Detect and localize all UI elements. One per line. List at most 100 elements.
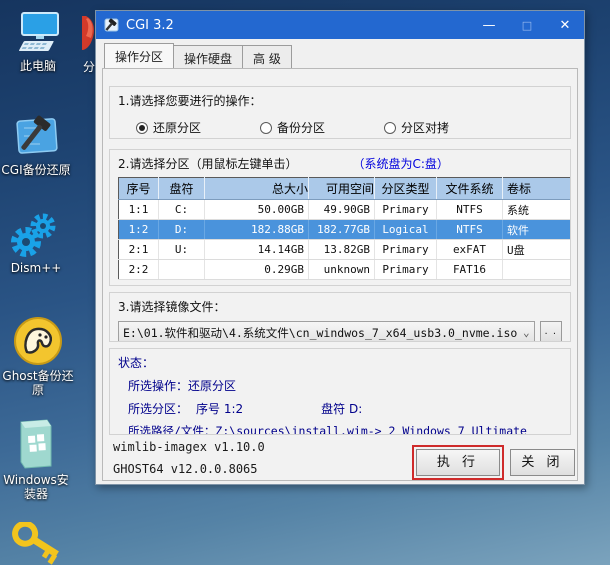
radio-option-2[interactable]: 分区对拷 [384,119,508,136]
tab-1[interactable]: 操作硬盘 [174,45,244,68]
cell: 49.90GB [308,199,375,220]
cell: NTFS [436,219,503,240]
radio-label: 备份分区 [277,121,326,135]
desktop-icon-this-pc[interactable]: 此电脑 [0,12,76,73]
column-header-3: 可用空间 [308,177,375,200]
status-partition-drive: 盘符 D: [321,402,363,416]
operation-options: 还原分区 备份分区 分区对拷 [136,119,562,136]
desktop-icon-dism[interactable]: Dism++ [0,212,74,275]
cell: D: [158,219,205,240]
partition-group: 2.请选择分区（用鼠标左键单击） （系统盘为C:盘） 序号 盘符 总大小 可用空间 分区… [109,149,571,286]
gears-icon [11,213,56,257]
operation-group: 1.请选择您要进行的操作： 还原分区 备份分区 分区对拷 [109,86,571,139]
radio-icon [384,121,396,134]
tab-2[interactable]: 高 级 [243,45,292,68]
image-file-path: E:\01.软件和驱动\4.系统文件\cn_windwos_7_x64_usb3… [123,325,518,340]
desktop-icon-label: Ghost备份还原 [2,369,74,397]
desktop-icon-label: Windows安装器 [3,473,69,501]
browse-button[interactable]: . . . [539,321,562,341]
version-wimlib: wimlib-imagex v1.10.0 [113,440,265,454]
table-row-3[interactable]: 2:2 0.29GB unknown Primary FAT16 [118,259,570,280]
radio-option-1[interactable]: 备份分区 [260,119,384,136]
image-file-group: 3.请选择镜像文件： E:\01.软件和驱动\4.系统文件\cn_windwos… [109,292,571,342]
cell: Primary [374,199,437,220]
cell [158,259,205,280]
radio-selected-icon [136,121,148,134]
status-path: 所选路径/文件：Z:\sources\install.wim-> 2 Windo… [128,424,527,435]
cell: C: [158,199,205,220]
cell: 0.29GB [204,259,309,280]
status-group: 状态： 所选操作：还原分区 所选分区： 序号 1:2 盘符 D: 所选路径/文件：Z… [109,348,571,435]
desktop-icon-win-installer[interactable]: Windows安装器 [0,418,72,501]
desktop-icon-cgi-backup[interactable]: CGI备份还原 [0,108,74,177]
cell: Logical [374,219,437,240]
cell: 50.00GB [204,199,309,220]
desktop-icon-ghost[interactable]: Ghost备份还原 [0,316,78,397]
close-button[interactable]: ✕ [546,11,584,39]
partition-tool-icon [82,16,94,50]
status-partition-label: 所选分区： [128,402,189,416]
installer-box-icon [20,419,52,469]
desktop-icon-partition-tool[interactable]: 分区 [82,10,96,76]
desktop-icon-label: 此电脑 [19,59,56,73]
status-partition-index: 序号 1:2 [196,402,244,416]
column-header-1: 盘符 [158,177,205,200]
partition-table-header: 序号 盘符 总大小 可用空间 分区类型 文件系统 卷标 [118,177,570,200]
chevron-down-icon: ⌄ [522,326,530,339]
system-disk-hint: （系统盘为C:盘） [352,157,449,171]
desktop-icon-label: CGI备份还原 [1,163,71,177]
window-title: CGI 3.2 [126,17,174,33]
partition-table[interactable]: 序号 盘符 总大小 可用空间 分区类型 文件系统 卷标 1:1 C: 50.00GB 49.90G… [118,177,570,280]
image-file-group-title: 3.请选择镜像文件： [118,300,226,314]
cell: unknown [308,259,375,280]
version-ghost: GHOST64 v12.0.0.8065 [113,462,258,476]
maximize-button[interactable]: □ [508,11,546,39]
cgi-hammer-icon [16,115,58,154]
cell: 1:1 [118,199,159,220]
table-row-1-selected[interactable]: 1:2 D: 182.88GB 182.77GB Logical NTFS 软件 [118,219,570,240]
app-icon [104,18,119,32]
desktop-icon-label: Dism++ [10,261,62,275]
cell: 软件 [502,219,570,240]
radio-label: 分区对拷 [401,121,450,135]
tab-0[interactable]: 操作分区 [104,43,175,68]
cell: U: [158,239,205,260]
radio-icon [260,121,272,134]
cell: Primary [374,259,437,280]
table-row-0[interactable]: 1:1 C: 50.00GB 49.90GB Primary NTFS 系统 [118,199,570,220]
cell: NTFS [436,199,503,220]
table-row-2[interactable]: 2:1 U: 14.14GB 13.82GB Primary exFAT U盘 [118,239,570,260]
title-bar[interactable]: CGI 3.2 — □ ✕ [96,11,584,39]
computer-icon [19,12,59,51]
cell [502,259,570,280]
cell: 系统 [502,199,570,220]
cell: 182.77GB [308,219,375,240]
execute-button[interactable]: 执 行 [416,449,500,476]
operation-group-title: 1.请选择您要进行的操作： [118,94,262,108]
cell: FAT16 [436,259,503,280]
desktop-icon-key[interactable] [4,522,68,565]
cell: Primary [374,239,437,260]
cell: 14.14GB [204,239,309,260]
tab-bar: 操作分区 操作硬盘高 级 [104,43,292,68]
close-dialog-button[interactable]: 关 闭 [510,449,575,476]
minimize-button[interactable]: — [470,11,508,39]
app-window: CGI 3.2 — □ ✕ 操作分区 操作硬盘高 级 1.请选择您要进行的操作： … [95,10,585,485]
radio-option-0[interactable]: 还原分区 [136,119,260,136]
column-header-5: 文件系统 [436,177,503,200]
cell: 2:1 [118,239,159,260]
radio-label: 还原分区 [153,121,202,135]
key-icon [12,522,59,565]
cell: U盘 [502,239,570,260]
status-partition: 所选分区： 序号 1:2 盘符 D: [128,400,562,417]
image-file-combobox[interactable]: E:\01.软件和驱动\4.系统文件\cn_windwos_7_x64_usb3… [118,321,535,341]
status-operation: 所选操作：还原分区 [128,379,237,393]
cell: 2:2 [118,259,159,280]
cell: 1:2 [118,219,159,240]
column-header-6: 卷标 [502,177,570,200]
partition-group-title: 2.请选择分区（用鼠标左键单击） [118,157,298,171]
column-header-4: 分区类型 [374,177,437,200]
cell: 13.82GB [308,239,375,260]
column-header-2: 总大小 [204,177,309,200]
ghost-icon [14,317,62,365]
